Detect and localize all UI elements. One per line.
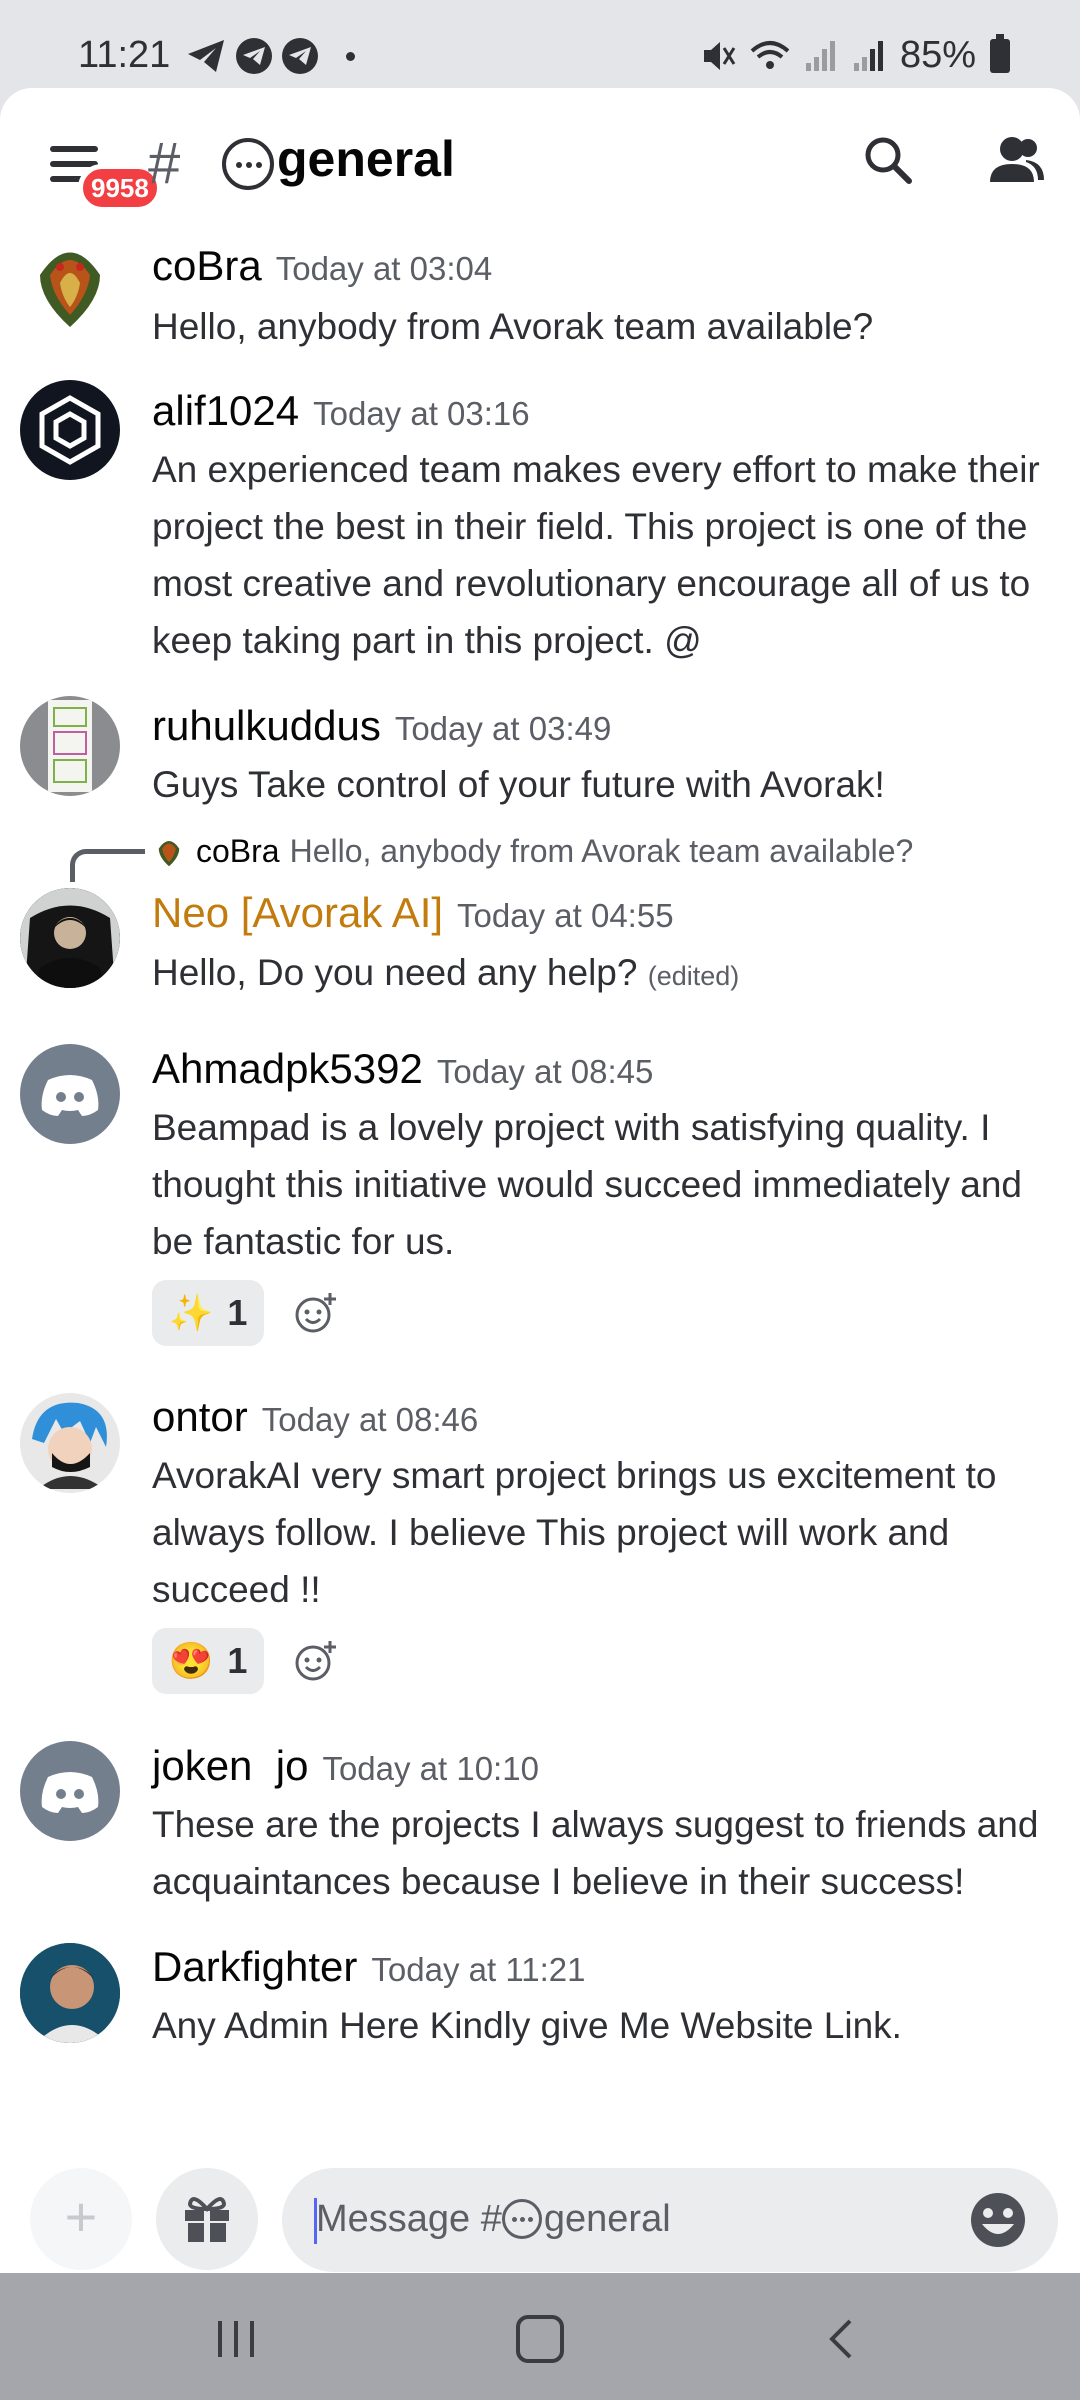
message-composer: + Message # general bbox=[0, 2138, 1080, 2273]
author-name[interactable]: coBra bbox=[152, 242, 262, 289]
author-name[interactable]: ontor bbox=[152, 1393, 248, 1440]
reply-author: coBra bbox=[196, 833, 280, 869]
status-indicators: 85% bbox=[700, 33, 1010, 77]
battery-percent: 85% bbox=[899, 34, 976, 76]
placeholder-prefix: Message # bbox=[316, 2198, 502, 2240]
reaction-count: 1 bbox=[227, 1640, 248, 1681]
reaction-emoji: 😍 bbox=[168, 1640, 214, 1681]
telegram-icon bbox=[236, 38, 272, 74]
author-line: coBra Today at 03:04 bbox=[152, 242, 492, 290]
more-notifications-dot bbox=[346, 51, 355, 61]
chat-panel: 9958 # general coBra Today at 03:04 Hello… bbox=[0, 88, 1080, 2273]
avatar[interactable] bbox=[20, 380, 120, 480]
avatar bbox=[158, 840, 180, 866]
author-line: alif1024 Today at 03:16 bbox=[152, 387, 530, 435]
reaction-emoji: ✨ bbox=[168, 1292, 214, 1333]
status-time: 11:21 bbox=[78, 34, 171, 76]
members-icon[interactable] bbox=[986, 134, 1046, 186]
author-name[interactable]: alif1024 bbox=[152, 387, 299, 434]
channel-header: 9958 # general bbox=[0, 88, 1080, 228]
avatar[interactable] bbox=[20, 1044, 120, 1144]
timestamp: Today at 11:21 bbox=[371, 1951, 586, 1988]
timestamp: Today at 03:04 bbox=[275, 250, 493, 287]
message-text: AvorakAI very smart project brings us ex… bbox=[152, 1455, 997, 1610]
message-text-content: Hello, Do you need any help? bbox=[152, 952, 638, 993]
author-name[interactable]: Neo [Avorak AI] bbox=[152, 889, 443, 936]
message-text: Any Admin Here Kindly give Me Website Li… bbox=[152, 2005, 902, 2046]
author-line: Darkfighter Today at 11:21 bbox=[152, 1943, 585, 1991]
message-input[interactable]: Message # general bbox=[282, 2168, 1058, 2272]
message-text: These are the projects I always suggest … bbox=[152, 1804, 1039, 1902]
timestamp: Today at 03:49 bbox=[394, 710, 612, 747]
timestamp: Today at 04:55 bbox=[457, 897, 674, 934]
add-reaction-icon[interactable] bbox=[294, 1639, 338, 1683]
mute-icon bbox=[703, 41, 736, 70]
gift-button[interactable] bbox=[156, 2168, 258, 2270]
avatar[interactable] bbox=[20, 888, 120, 988]
battery-icon bbox=[990, 33, 1010, 73]
add-attachment-button[interactable]: + bbox=[30, 2168, 132, 2270]
author-line: Ahmadpk5392 Today at 08:45 bbox=[152, 1045, 653, 1093]
author-line: ruhulkuddus Today at 03:49 bbox=[152, 702, 611, 750]
back-icon[interactable] bbox=[826, 2317, 856, 2361]
timestamp: Today at 03:16 bbox=[313, 395, 530, 432]
reply-text: Hello, anybody from Avorak team availabl… bbox=[289, 833, 914, 869]
telegram-icon bbox=[282, 38, 318, 74]
author-line: joken jo Today at 10:10 bbox=[152, 1742, 539, 1790]
chat-bubble-icon bbox=[222, 138, 274, 190]
avatar[interactable] bbox=[20, 1741, 120, 1841]
message-text: Beampad is a lovely project with satisfy… bbox=[152, 1107, 1022, 1262]
wifi-icon bbox=[750, 40, 790, 69]
signal-icon bbox=[805, 40, 835, 71]
telegram-icon bbox=[188, 40, 224, 72]
author-name[interactable]: Darkfighter bbox=[152, 1943, 357, 1990]
author-name[interactable]: joken jo bbox=[152, 1742, 308, 1789]
signal-icon bbox=[853, 40, 883, 71]
message-text: Hello, anybody from Avorak team availabl… bbox=[152, 306, 874, 347]
chat-bubble-icon bbox=[501, 2199, 542, 2239]
reply-connector bbox=[70, 849, 145, 882]
reaction-chip[interactable]: 😍 1 bbox=[152, 1628, 264, 1694]
status-app-icons bbox=[186, 38, 355, 74]
author-line: ontor Today at 08:46 bbox=[152, 1393, 478, 1441]
search-icon[interactable] bbox=[862, 134, 914, 186]
status-bar: 11:21 85% bbox=[0, 0, 1080, 88]
timestamp: Today at 08:46 bbox=[261, 1401, 479, 1438]
channel-title: general bbox=[277, 131, 455, 187]
message-text: Guys Take control of your future with Av… bbox=[152, 764, 885, 805]
message-text: Hello, Do you need any help? (edited) bbox=[152, 944, 1062, 1005]
avatar[interactable] bbox=[20, 1393, 120, 1493]
author-line: Neo [Avorak AI] Today at 04:55 bbox=[152, 889, 674, 937]
channel-hash-icon: # bbox=[148, 131, 181, 196]
avatar[interactable] bbox=[20, 1943, 120, 2043]
timestamp: Today at 08:45 bbox=[436, 1053, 654, 1090]
placeholder-channel: general bbox=[543, 2198, 671, 2240]
message-text: An experienced team makes every effort t… bbox=[152, 449, 1040, 661]
edited-tag: (edited) bbox=[647, 961, 740, 991]
message-placeholder: Message # general bbox=[316, 2198, 671, 2241]
author-name[interactable]: ruhulkuddus bbox=[152, 702, 381, 749]
avatar[interactable] bbox=[20, 696, 120, 796]
reply-preview[interactable]: coBra Hello, anybody from Avorak team av… bbox=[152, 833, 913, 870]
author-name[interactable]: Ahmadpk5392 bbox=[152, 1045, 423, 1092]
system-nav-bar bbox=[0, 2273, 1080, 2400]
timestamp: Today at 10:10 bbox=[322, 1750, 539, 1787]
emoji-picker-icon[interactable] bbox=[968, 2190, 1028, 2250]
reaction-chip[interactable]: ✨ 1 bbox=[152, 1280, 264, 1346]
add-reaction-icon[interactable] bbox=[294, 1291, 338, 1335]
recent-apps-icon[interactable] bbox=[216, 2319, 256, 2359]
gift-icon bbox=[185, 2197, 229, 2242]
home-icon[interactable] bbox=[516, 2315, 564, 2363]
reaction-count: 1 bbox=[227, 1292, 248, 1333]
avatar[interactable] bbox=[20, 235, 120, 335]
